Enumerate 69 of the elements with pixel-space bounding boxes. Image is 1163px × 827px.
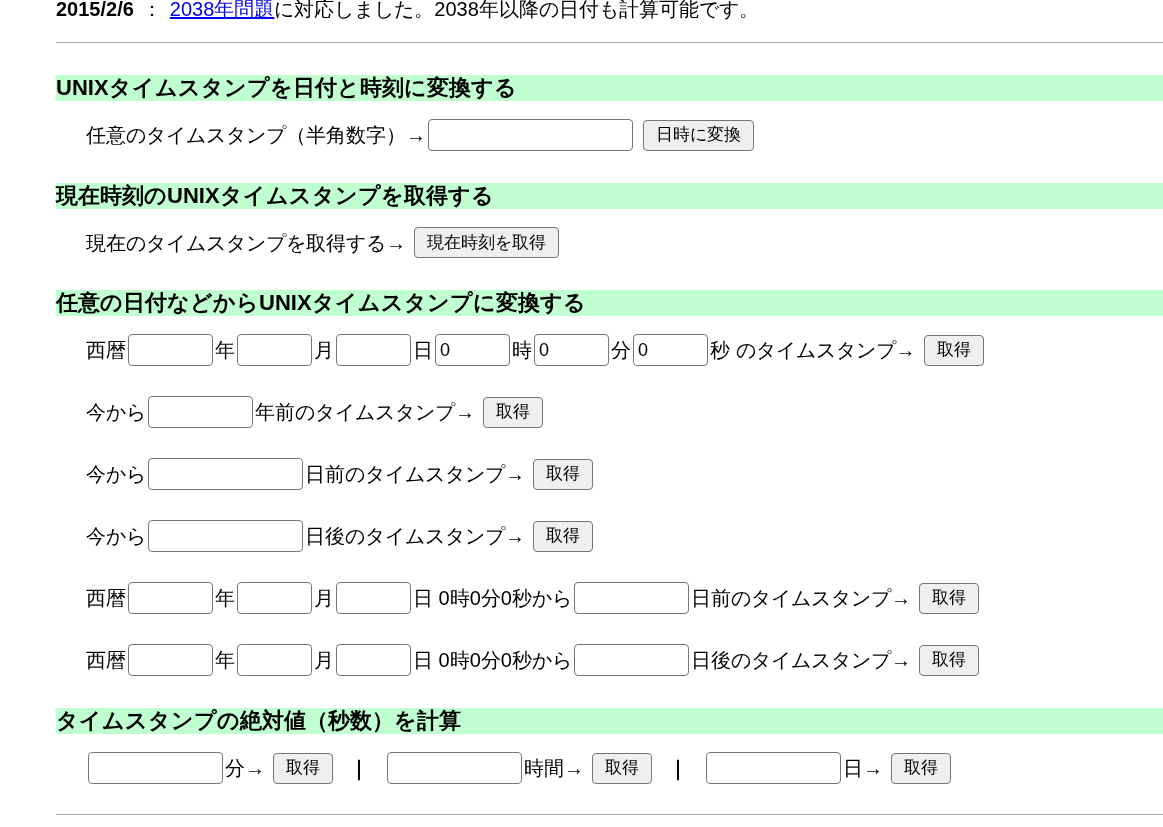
label-text: 時 xyxy=(512,338,532,363)
label-text: 年前のタイムスタンプ→ xyxy=(255,400,475,425)
label-text: 今から xyxy=(86,462,146,487)
separator-text: ｜ xyxy=(668,756,688,783)
submit-button[interactable]: 取得 xyxy=(891,752,951,784)
input-field[interactable] xyxy=(88,752,223,784)
label-text: 日 xyxy=(413,338,433,363)
label-text: 秒 のタイムスタンプ→ xyxy=(710,338,916,363)
submit-button[interactable]: 取得 xyxy=(918,644,979,676)
label-text: 年 xyxy=(215,586,235,611)
input-field[interactable] xyxy=(148,458,303,490)
submit-button[interactable]: 取得 xyxy=(483,396,543,428)
label-text: 分→ xyxy=(225,756,265,781)
label-text: 現在のタイムスタンプを取得する→ xyxy=(86,230,406,256)
problem-link[interactable]: 2038年問題 xyxy=(169,0,275,24)
input-field[interactable] xyxy=(237,334,312,366)
input-field[interactable] xyxy=(148,520,303,552)
label-text: 日→ xyxy=(843,756,883,781)
label-text: 時間→ xyxy=(524,756,584,781)
submit-button[interactable]: 取得 xyxy=(918,582,979,614)
label-text: 西暦 xyxy=(86,648,126,673)
label-text: 月 xyxy=(314,338,334,363)
submit-button[interactable]: 取得 xyxy=(592,752,652,784)
input-field[interactable] xyxy=(573,582,689,614)
label-text: 日前のタイムスタンプ→ xyxy=(305,462,525,487)
input-field[interactable] xyxy=(128,582,213,614)
input-field[interactable]: 0 xyxy=(435,334,510,366)
input-field[interactable]: 0 xyxy=(534,334,609,366)
label-text: 日 0時0分0秒から xyxy=(413,648,572,673)
input-field[interactable] xyxy=(336,334,411,366)
input-field[interactable] xyxy=(237,644,312,676)
submit-button[interactable]: 取得 xyxy=(273,752,333,784)
label-text: 任意のタイムスタンプ（半角数字）→ xyxy=(86,123,426,148)
colon-text: ： xyxy=(141,0,162,22)
input-field[interactable] xyxy=(128,644,213,676)
label-text: 西暦 xyxy=(86,586,126,611)
input-field[interactable] xyxy=(706,752,841,784)
section-heading: 現在時刻のUNIXタイムスタンプを取得する xyxy=(56,183,1163,209)
submit-button[interactable]: 日時に変換 xyxy=(643,119,754,151)
label-text: 月 xyxy=(314,586,334,611)
label-text: 今から xyxy=(86,524,146,549)
label-text: 日後のタイムスタンプ→ xyxy=(305,524,525,549)
input-field[interactable] xyxy=(573,644,689,676)
submit-button[interactable]: 現在時刻を取得 xyxy=(414,227,559,258)
input-field[interactable] xyxy=(428,119,633,151)
section-heading: UNIXタイムスタンプを日付と時刻に変換する xyxy=(56,75,1163,101)
label-text: 年 xyxy=(215,648,235,673)
label-text: 日前のタイムスタンプ→ xyxy=(690,586,911,611)
label-text: 日後のタイムスタンプ→ xyxy=(690,648,911,673)
label-text: 今から xyxy=(86,400,146,425)
section-heading: タイムスタンプの絶対値（秒数）を計算 xyxy=(56,708,1163,734)
input-field[interactable]: 0 xyxy=(633,334,708,366)
label-text: 日 0時0分0秒から xyxy=(413,586,572,611)
input-field[interactable] xyxy=(148,396,253,428)
submit-button[interactable]: 取得 xyxy=(533,520,593,552)
submit-button[interactable]: 取得 xyxy=(923,334,984,366)
input-field[interactable] xyxy=(128,334,213,366)
label-text: 分 xyxy=(611,338,631,363)
input-field[interactable] xyxy=(336,644,411,676)
input-field[interactable] xyxy=(336,582,411,614)
separator-text: ｜ xyxy=(349,756,369,783)
input-field[interactable] xyxy=(237,582,312,614)
label-text: 年 xyxy=(215,338,235,363)
date-text: 2015/2/6 xyxy=(56,0,134,22)
section-heading: 任意の日付などからUNIXタイムスタンプに変換する xyxy=(56,290,1163,316)
input-field[interactable] xyxy=(387,752,522,784)
submit-button[interactable]: 取得 xyxy=(533,458,593,490)
label-text: 西暦 xyxy=(86,338,126,363)
label-text: 月 xyxy=(314,648,334,673)
